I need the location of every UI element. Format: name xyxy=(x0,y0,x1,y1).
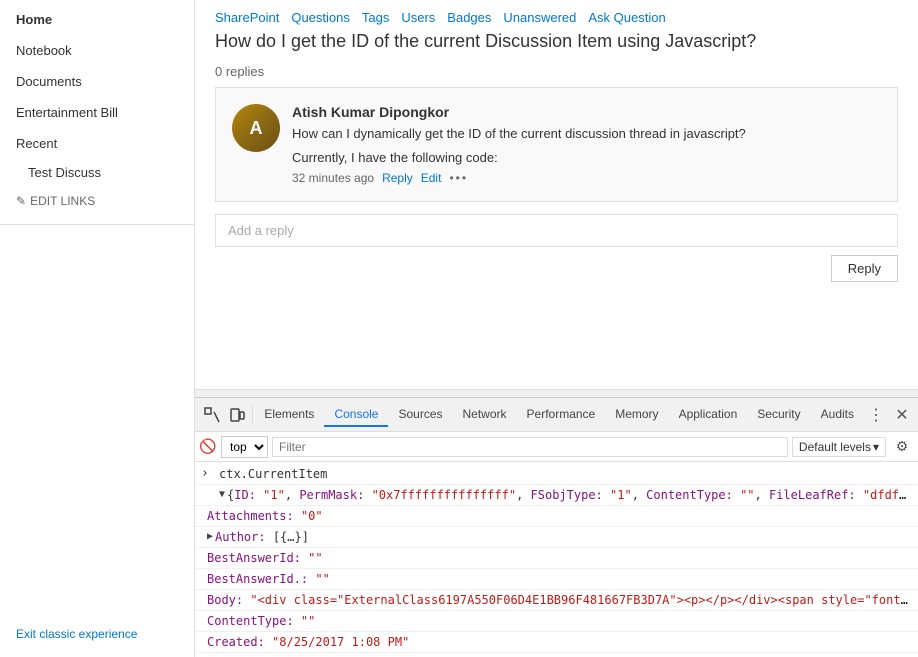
console-input-text: ctx.CurrentItem xyxy=(219,465,910,483)
console-obj-text: {ID: "1", PermMask: "0x7fffffffffffffff"… xyxy=(227,486,910,504)
console-attachments-text: Attachments: "0" xyxy=(207,507,910,525)
tab-audits[interactable]: Audits xyxy=(811,403,864,427)
tab-application[interactable]: Application xyxy=(669,403,748,427)
page-title: How do I get the ID of the current Discu… xyxy=(195,29,918,60)
expand-icon[interactable]: ▼ xyxy=(219,486,225,504)
devtools-inspect-btn[interactable] xyxy=(199,401,224,429)
devtools-toolbar-right: ⋮ ✕ xyxy=(864,403,914,427)
devtools-device-btn[interactable] xyxy=(224,401,249,429)
nav-bar: SharePoint Questions Tags Users Badges U… xyxy=(195,0,918,29)
nav-tags[interactable]: Tags xyxy=(362,10,389,25)
sidebar-sub-item-test-discuss[interactable]: Test Discuss xyxy=(0,159,194,186)
console-settings-gear-icon[interactable]: ⚙ xyxy=(890,435,914,459)
nav-sharepoint[interactable]: SharePoint xyxy=(215,10,279,25)
console-line-attachments: Attachments: "0" xyxy=(195,506,918,527)
console-line-input: › ctx.CurrentItem xyxy=(195,464,918,485)
reply-box[interactable]: Add a reply xyxy=(215,214,898,247)
sidebar-divider xyxy=(0,224,194,225)
avatar: A xyxy=(232,104,280,152)
console-line-output-obj[interactable]: ▼ {ID: "1", PermMask: "0x7ffffffffffffff… xyxy=(195,485,918,506)
sidebar: Home Notebook Documents Entertainment Bi… xyxy=(0,0,195,657)
tab-network[interactable]: Network xyxy=(453,403,517,427)
reply-button[interactable]: Reply xyxy=(831,255,898,282)
console-line-best-answer-id: BestAnswerId: "" xyxy=(195,548,918,569)
tab-sep xyxy=(252,405,253,425)
tab-performance[interactable]: Performance xyxy=(517,403,606,427)
thread-reply-link[interactable]: Reply xyxy=(382,171,413,185)
sidebar-item-home[interactable]: Home xyxy=(0,4,194,35)
sidebar-item-notebook[interactable]: Notebook xyxy=(0,35,194,66)
nav-questions[interactable]: Questions xyxy=(291,10,350,25)
tab-sources[interactable]: Sources xyxy=(388,403,452,427)
console-filter-input[interactable] xyxy=(272,437,788,457)
console-body-text: Body: "<div class="ExternalClass6197A550… xyxy=(207,591,910,609)
thread-container: A Atish Kumar Dipongkor How can I dynami… xyxy=(215,87,898,202)
thread-author: Atish Kumar Dipongkor xyxy=(292,104,881,120)
horizontal-scrollbar[interactable] xyxy=(195,389,918,397)
nav-ask-question[interactable]: Ask Question xyxy=(588,10,665,25)
thread-more-options[interactable]: ••• xyxy=(449,171,468,185)
console-line-content-type: ContentType: "" xyxy=(195,611,918,632)
console-line-created: Created: "8/25/2017 1:08 PM" xyxy=(195,632,918,653)
no-entry-icon[interactable]: 🚫 xyxy=(199,438,217,456)
expand-author-icon[interactable]: ▶ xyxy=(207,528,213,546)
replies-count: 0 replies xyxy=(195,60,918,87)
thread-body: Atish Kumar Dipongkor How can I dynamica… xyxy=(292,104,881,185)
nav-unanswered[interactable]: Unanswered xyxy=(503,10,576,25)
scroll-area[interactable]: SharePoint Questions Tags Users Badges U… xyxy=(195,0,918,389)
console-author-text: Author: [{…}] xyxy=(215,528,910,546)
sidebar-item-recent[interactable]: Recent xyxy=(0,128,194,159)
console-line-body: Body: "<div class="ExternalClass6197A550… xyxy=(195,590,918,611)
thread-content-line2: Currently, I have the following code: xyxy=(292,148,881,168)
reply-btn-container: Reply xyxy=(215,255,898,282)
console-output: › ctx.CurrentItem ▼ {ID: "1", PermMask: … xyxy=(195,462,918,657)
console-levels-dropdown[interactable]: Default levels ▾ xyxy=(792,437,886,457)
devtools-more-icon[interactable]: ⋮ xyxy=(864,403,888,427)
console-created-text: Created: "8/25/2017 1:08 PM" xyxy=(207,633,910,651)
devtools-close-icon[interactable]: ✕ xyxy=(890,403,914,427)
pencil-icon: ✎ xyxy=(16,194,26,208)
console-line-created2: Created.: "2017-08-25 13:08:49" xyxy=(195,653,918,657)
sidebar-edit-links[interactable]: ✎ EDIT LINKS xyxy=(0,186,194,216)
thread-content-line1: How can I dynamically get the ID of the … xyxy=(292,124,881,144)
console-bar: 🚫 top Default levels ▾ ⚙ xyxy=(195,432,918,462)
console-line-best-answer-id2: BestAnswerId.: "" xyxy=(195,569,918,590)
nav-badges[interactable]: Badges xyxy=(447,10,491,25)
thread-meta: 32 minutes ago Reply Edit ••• xyxy=(292,171,881,185)
console-line-author[interactable]: ▶ Author: [{…}] xyxy=(195,527,918,548)
devtools-panel: Elements Console Sources Network Perform… xyxy=(195,397,918,657)
console-best-answer-id2-text: BestAnswerId.: "" xyxy=(207,570,910,588)
thread-edit-link[interactable]: Edit xyxy=(421,171,442,185)
thread-time: 32 minutes ago xyxy=(292,171,374,185)
content-area: SharePoint Questions Tags Users Badges U… xyxy=(195,0,918,657)
tab-memory[interactable]: Memory xyxy=(605,403,668,427)
tab-console[interactable]: Console xyxy=(324,403,388,427)
sidebar-item-documents[interactable]: Documents xyxy=(0,66,194,97)
sidebar-exit[interactable]: Exit classic experience xyxy=(0,611,194,657)
console-context-select[interactable]: top xyxy=(221,436,268,458)
nav-users[interactable]: Users xyxy=(401,10,435,25)
levels-chevron-icon: ▾ xyxy=(873,440,879,454)
devtools-toolbar: Elements Console Sources Network Perform… xyxy=(195,398,918,432)
tab-elements[interactable]: Elements xyxy=(254,403,324,427)
avatar-image: A xyxy=(232,104,280,152)
console-content-type-text: ContentType: "" xyxy=(207,612,910,630)
console-prompt-symbol: › xyxy=(201,465,209,483)
tab-security[interactable]: Security xyxy=(747,403,810,427)
console-best-answer-id-text: BestAnswerId: "" xyxy=(207,549,910,567)
sidebar-item-entertainment-bill[interactable]: Entertainment Bill xyxy=(0,97,194,128)
